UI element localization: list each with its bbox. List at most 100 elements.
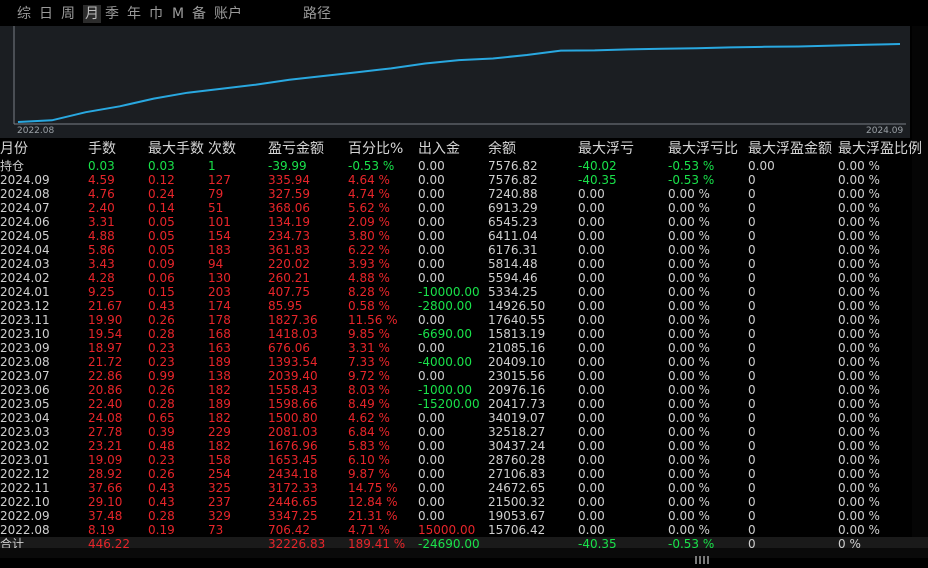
cell-max-float-loss: 0.00 <box>578 201 605 215</box>
table-row[interactable]: 2022.10 29.10 0.43 237 2446.65 12.84 % 0.00 215… <box>0 495 928 509</box>
cell-lots: 3.31 <box>88 215 115 229</box>
cell-balance: 20976.16 <box>488 383 546 397</box>
column-header-8[interactable]: 最大浮亏 <box>578 140 668 159</box>
cell-pct: 3.93 % <box>348 257 390 271</box>
cell-max-float-profit: 0 <box>748 481 756 495</box>
tab-6[interactable]: 巾 <box>149 5 163 23</box>
cell-max-float-loss-pct: 0.00 % <box>668 229 710 243</box>
tab-7[interactable]: M <box>172 5 184 23</box>
cell-max-float-loss-pct: 0.00 % <box>668 187 710 201</box>
tab-4[interactable]: 季 <box>105 5 119 23</box>
column-header-10[interactable]: 最大浮盈金额 <box>748 140 838 159</box>
table-row[interactable]: 2023.05 22.40 0.28 189 1598.66 8.49 % -15200.0… <box>0 397 928 411</box>
table-row[interactable]: 2024.08 4.76 0.24 79 327.59 4.74 % 0.00 7240.88… <box>0 187 928 201</box>
column-header-11[interactable]: 最大浮盈比例 <box>838 140 928 159</box>
cell-max-float-profit-pct: 0.00 % <box>838 509 880 523</box>
table-row[interactable]: 2022.12 28.92 0.26 254 2434.18 9.87 % 0.00 2710… <box>0 467 928 481</box>
cell-balance: 30437.24 <box>488 439 546 453</box>
cell-max-float-profit: 0 <box>748 495 756 509</box>
cell-pct: 5.62 % <box>348 201 390 215</box>
cell-inout: 15000.00 <box>418 523 476 537</box>
cell-balance: 21085.16 <box>488 341 546 355</box>
cell-month: 2023.09 <box>0 341 50 355</box>
cell-max-float-profit: 0 <box>748 313 756 327</box>
table-row[interactable]: 2024.07 2.40 0.14 51 368.06 5.62 % 0.00 6913.29… <box>0 201 928 215</box>
cell-lots: 28.92 <box>88 467 123 481</box>
cell-month: 持仓 <box>0 159 25 173</box>
table-row[interactable]: 2024.03 3.43 0.09 94 220.02 3.93 % 0.00 5814.48… <box>0 257 928 271</box>
cell-lots: 27.78 <box>88 425 123 439</box>
tab-2[interactable]: 周 <box>61 5 75 23</box>
table-row[interactable]: 2023.10 19.54 0.28 168 1418.03 9.85 % -6690.00… <box>0 327 928 341</box>
tab-1[interactable]: 日 <box>39 5 53 23</box>
table-row[interactable]: 2023.01 19.09 0.23 158 1653.45 6.10 % 0.00 2876… <box>0 453 928 467</box>
cell-count: 189 <box>208 397 231 411</box>
cell-month: 2023.10 <box>0 327 50 341</box>
table-row[interactable]: 2024.01 9.25 0.15 203 407.75 8.28 % -10000.00 5… <box>0 285 928 299</box>
monthly-stats-table: 月份 手数 最大手数 次数 盈亏金额 百分比% 出入金 余额 最大浮亏 最大浮亏比 最大浮盈金额 最大… <box>0 140 928 551</box>
column-header-2[interactable]: 最大手数 <box>148 140 208 159</box>
table-row[interactable]: 2023.08 21.72 0.23 189 1393.54 7.33 % -4000.00… <box>0 355 928 369</box>
table-row[interactable]: 2024.09 4.59 0.12 127 335.94 4.64 % 0.00 7576.8… <box>0 173 928 187</box>
cell-month: 2024.05 <box>0 229 50 243</box>
cell-max-float-loss-pct: 0.00 % <box>668 425 710 439</box>
tab-3[interactable]: 月 <box>83 5 101 23</box>
scrollbar-grip-icon[interactable] <box>695 549 715 564</box>
cell-pct: 3.80 % <box>348 229 390 243</box>
table-row[interactable]: 2023.09 18.97 0.23 163 676.06 3.31 % 0.00 21085… <box>0 341 928 355</box>
cell-inout: 0.00 <box>418 201 445 215</box>
column-header-0[interactable]: 月份 <box>0 140 88 159</box>
column-header-7[interactable]: 余额 <box>488 140 578 159</box>
cell-max-float-profit-pct: 0.00 % <box>838 425 880 439</box>
cell-max-float-loss: 0.00 <box>578 523 605 537</box>
cell-pnl: 2039.40 <box>268 369 318 383</box>
tab-10[interactable]: 路径 <box>303 5 331 23</box>
table-row[interactable]: 2024.05 4.88 0.05 154 234.73 3.80 % 0.00 6411.0… <box>0 229 928 243</box>
cell-max-float-profit-pct: 0.00 % <box>838 327 880 341</box>
table-row[interactable]: 2023.07 22.86 0.99 138 2039.40 9.72 % 0.00 2301… <box>0 369 928 383</box>
cell-max-float-profit: 0 <box>748 369 756 383</box>
table-row[interactable]: 2023.04 24.08 0.65 182 1500.80 4.62 % 0.00 3401… <box>0 411 928 425</box>
tab-5[interactable]: 年 <box>127 5 141 23</box>
table-row[interactable]: 2023.12 21.67 0.43 174 85.95 0.58 % -2800.00 14… <box>0 299 928 313</box>
cell-pct: 11.56 % <box>348 313 398 327</box>
cell-lots: 3.43 <box>88 257 115 271</box>
cell-max-float-profit: 0 <box>748 187 756 201</box>
column-header-1[interactable]: 手数 <box>88 140 148 159</box>
column-header-5[interactable]: 百分比% <box>348 140 418 159</box>
cell-max-float-profit: 0 <box>748 341 756 355</box>
table-row[interactable]: 2022.08 8.19 0.19 73 706.42 4.71 % 15000.00 157… <box>0 523 928 537</box>
horizontal-scrollbar[interactable] <box>0 548 928 558</box>
table-row[interactable]: 2022.11 37.66 0.43 325 3172.33 14.75 % 0.00 246… <box>0 481 928 495</box>
cell-inout: 0.00 <box>418 187 445 201</box>
column-header-6[interactable]: 出入金 <box>418 140 488 159</box>
cell-lots: 22.40 <box>88 397 123 411</box>
column-header-3[interactable]: 次数 <box>208 140 268 159</box>
cell-balance: 27106.83 <box>488 467 546 481</box>
table-row[interactable]: 2023.02 23.21 0.48 182 1676.96 5.83 % 0.00 3043… <box>0 439 928 453</box>
tab-9[interactable]: 账户 <box>214 5 242 23</box>
column-header-4[interactable]: 盈亏金额 <box>268 140 348 159</box>
cell-max-float-loss-pct: 0.00 % <box>668 467 710 481</box>
table-row[interactable]: 2024.04 5.86 0.05 183 361.83 6.22 % 0.00 6176.3… <box>0 243 928 257</box>
table-row[interactable]: 2024.02 4.28 0.06 130 260.21 4.88 % 0.00 5594.4… <box>0 271 928 285</box>
cell-inout: 0.00 <box>418 509 445 523</box>
table-row[interactable]: 2023.11 19.90 0.26 178 1827.36 11.56 % 0.00 176… <box>0 313 928 327</box>
holding-row[interactable]: 持仓 0.03 0.03 1 -39.99 -0.53 % 0.00 7576.82 -40.0… <box>0 159 928 173</box>
tab-8[interactable]: 备 <box>192 5 206 23</box>
cell-month: 2024.02 <box>0 271 50 285</box>
cell-month: 2022.11 <box>0 481 50 495</box>
cell-month: 2023.01 <box>0 453 50 467</box>
table-row[interactable]: 2024.06 3.31 0.05 101 134.19 2.09 % 0.00 6545.2… <box>0 215 928 229</box>
column-header-9[interactable]: 最大浮亏比 <box>668 140 748 159</box>
cell-pnl: 1418.03 <box>268 327 318 341</box>
cell-balance: 32518.27 <box>488 425 546 439</box>
tab-0[interactable]: 综 <box>17 5 31 23</box>
table-row[interactable]: 2022.09 37.48 0.28 329 3347.25 21.31 % 0.00 190… <box>0 509 928 523</box>
cell-max-lots: 0.28 <box>148 397 175 411</box>
table-row[interactable]: 2023.03 27.78 0.39 229 2081.03 6.84 % 0.00 3251… <box>0 425 928 439</box>
cell-max-float-loss-pct: 0.00 % <box>668 453 710 467</box>
cell-max-float-profit: 0 <box>748 383 756 397</box>
table-row[interactable]: 2023.06 20.86 0.26 182 1558.43 8.03 % -1000.00… <box>0 383 928 397</box>
cell-max-float-loss: 0.00 <box>578 257 605 271</box>
